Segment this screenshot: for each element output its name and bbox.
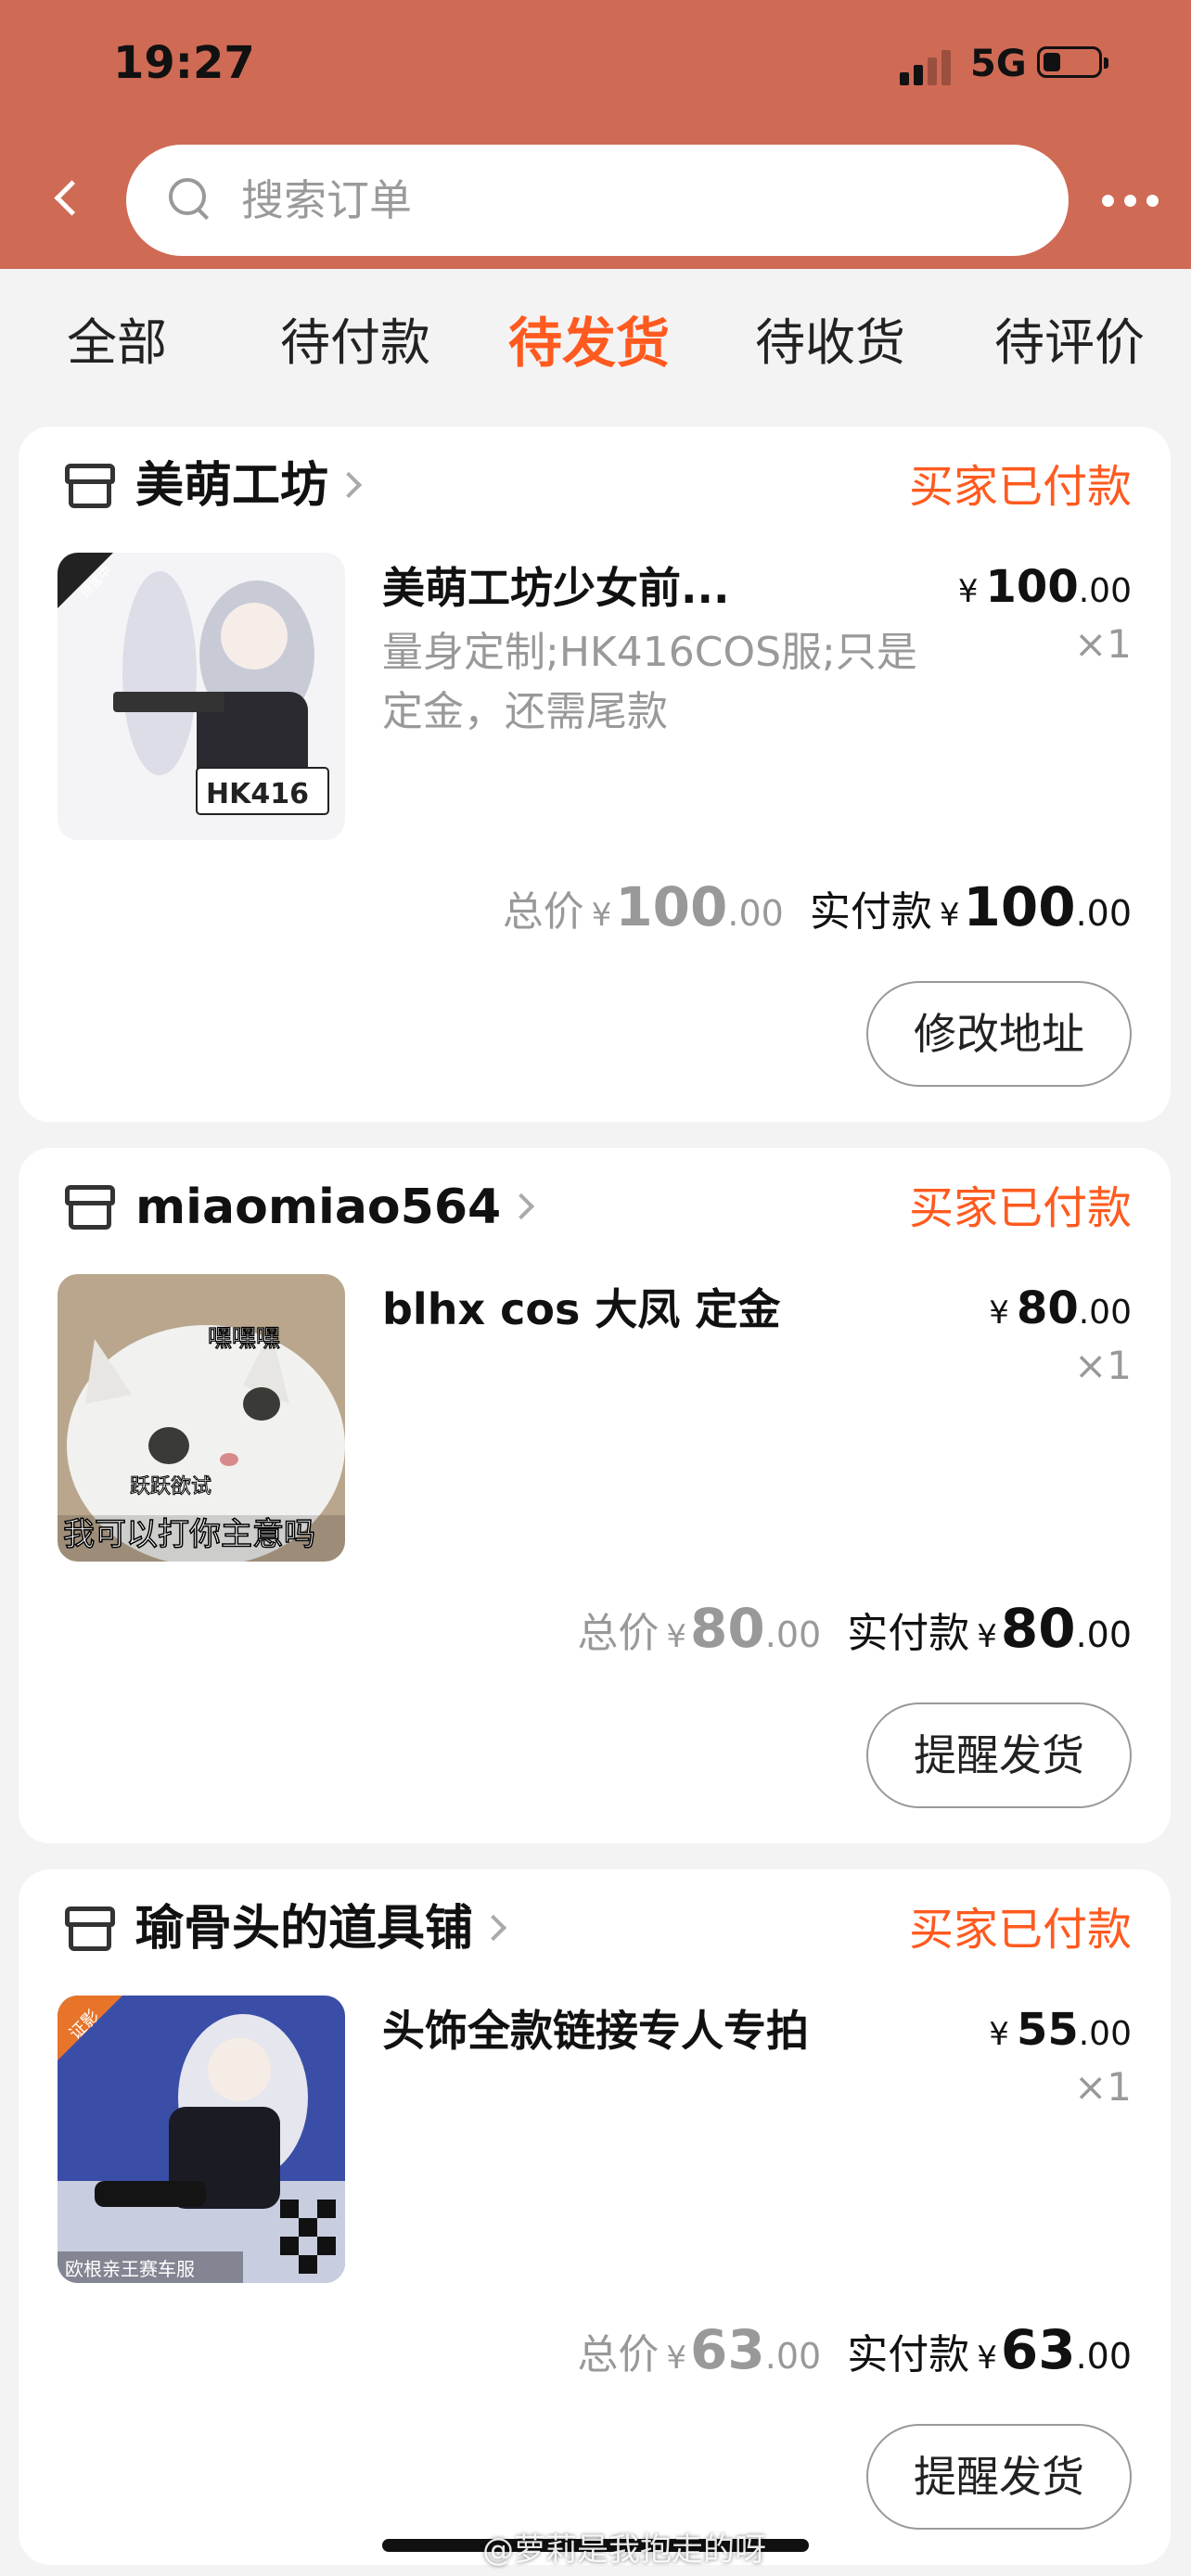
chevron-right-icon (480, 1914, 507, 1942)
unit-price: ¥100.00 (957, 561, 1132, 613)
app-header: 19:27 5G 搜索订单 (0, 0, 1191, 269)
more-options-icon[interactable] (1102, 195, 1159, 208)
product-spec: 量身定制;HK416COS服;只是定金，还需尾款 (382, 629, 917, 735)
shop-icon (61, 460, 117, 512)
status-time: 19:27 (113, 37, 255, 89)
modify-address-button[interactable]: 修改地址 (866, 981, 1132, 1087)
product-image[interactable]: HK416 预售中 (58, 553, 345, 840)
shop-name-link[interactable]: 美萌工坊 (135, 453, 363, 519)
order-card[interactable]: 美萌工坊 买家已付款 HK416 预售中 美萌工坊少女前... 量身定制;HK4… (19, 427, 1171, 1122)
order-card[interactable]: 瑜骨头的道具铺 买家已付款 欧根亲王赛车服 证影 头饰全款链接专人专拍 ¥55.… (19, 1869, 1171, 2565)
shop-name-link[interactable]: miaomiao564 (135, 1174, 535, 1241)
tab-pending-payment[interactable]: 待付款 (280, 269, 430, 417)
order-status: 买家已付款 (908, 461, 1132, 513)
unit-price: ¥55.00 (989, 2004, 1132, 2056)
chevron-right-icon (335, 471, 363, 499)
chevron-right-icon (508, 1192, 535, 1220)
order-totals: 总价 ¥63.00 实付款 ¥63.00 (577, 2318, 1132, 2381)
order-tabs: 全部 待付款 待发货 待收货 待评价 (0, 269, 1191, 417)
product-title[interactable]: blhx cos 大凤 定金 (382, 1280, 902, 1339)
search-input[interactable]: 搜索订单 (126, 145, 1069, 256)
shop-name-link[interactable]: 瑜骨头的道具铺 (135, 1895, 507, 1962)
order-status: 买家已付款 (908, 1182, 1132, 1234)
thumb-caption-top: 嘿嘿嘿 (208, 1325, 280, 1353)
back-arrow-icon[interactable] (48, 174, 85, 223)
product-title[interactable]: 头饰全款链接专人专拍 (382, 2001, 902, 2060)
tab-pending-receipt[interactable]: 待收货 (755, 269, 905, 417)
search-icon (167, 176, 215, 224)
quantity: ×1 (1074, 621, 1132, 667)
product-image[interactable]: 嘿嘿嘿 跃跃欲试 我可以打你主意吗 (58, 1274, 345, 1562)
tab-pending-shipment[interactable]: 待发货 (508, 269, 670, 417)
search-placeholder: 搜索订单 (241, 175, 412, 225)
remind-shipment-button[interactable]: 提醒发货 (866, 1702, 1132, 1808)
thumb-caption-mid: 跃跃欲试 (130, 1475, 211, 1498)
watermark: @萝莉是我抱走的呀 (482, 2531, 766, 2569)
order-status: 买家已付款 (908, 1904, 1132, 1956)
product-image[interactable]: 欧根亲王赛车服 证影 (58, 1996, 345, 2283)
cellular-signal-icon (900, 48, 952, 85)
tab-all[interactable]: 全部 (67, 269, 167, 417)
tab-pending-review[interactable]: 待评价 (994, 269, 1145, 417)
unit-price: ¥80.00 (989, 1282, 1132, 1334)
shop-icon (61, 1903, 117, 1955)
network-type: 5G (970, 43, 1027, 85)
order-totals: 总价 ¥80.00 实付款 ¥80.00 (577, 1597, 1132, 1660)
product-title[interactable]: 美萌工坊少女前... (382, 558, 902, 618)
shop-icon (61, 1181, 117, 1233)
thumb-label: HK416 (206, 778, 309, 810)
battery-icon (1037, 46, 1108, 78)
remind-shipment-button[interactable]: 提醒发货 (866, 2424, 1132, 2530)
order-totals: 总价 ¥100.00 实付款 ¥100.00 (502, 875, 1132, 938)
order-card[interactable]: miaomiao564 买家已付款 嘿嘿嘿 跃跃欲试 我可以打你主意吗 blhx… (19, 1148, 1171, 1843)
quantity: ×1 (1074, 1343, 1132, 1388)
thumb-caption: 我可以打你主意吗 (63, 1516, 315, 1553)
quantity: ×1 (1074, 2064, 1132, 2110)
thumb-caption: 欧根亲王赛车服 (65, 2258, 195, 2280)
